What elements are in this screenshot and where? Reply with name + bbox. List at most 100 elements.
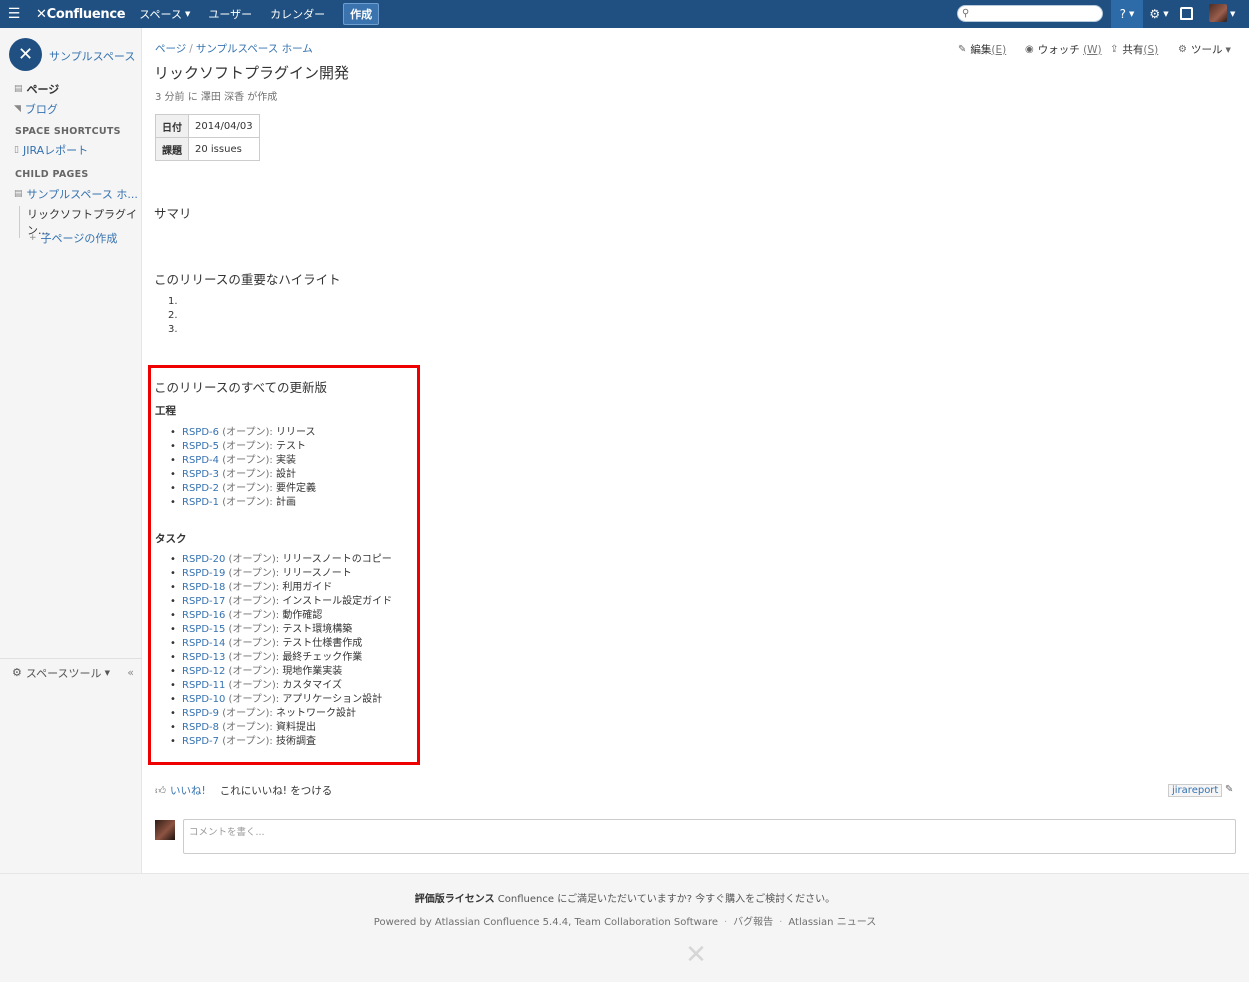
nav-spaces[interactable]: スペース ▼ xyxy=(139,6,190,22)
list-item: RSPD-3 (オープン): 設計 xyxy=(170,468,316,482)
breadcrumb-pages[interactable]: ページ xyxy=(155,43,186,55)
issue-key-link[interactable]: RSPD-14 xyxy=(182,638,225,649)
collapse-sidebar-button[interactable]: « xyxy=(127,666,134,679)
issue-key-link[interactable]: RSPD-19 xyxy=(182,568,225,579)
nav-people[interactable]: ユーザー xyxy=(208,6,252,22)
search-input[interactable]: ⚲ xyxy=(957,5,1103,22)
list-item: RSPD-9 (オープン): ネットワーク設計 xyxy=(170,707,392,721)
space-tools-menu[interactable]: ⚙ スペースツール ▼ « xyxy=(0,658,142,686)
child-pages-heading: CHILD PAGES xyxy=(15,169,89,180)
issue-key-link[interactable]: RSPD-9 xyxy=(182,708,219,719)
table-cell: 2014/04/03 xyxy=(188,114,260,138)
top-navigation-bar: ☰ ✕Confluence スペース ▼ ユーザー カレンダー 作成 ⚲ ? ▼ ⚙… xyxy=(0,0,1249,28)
comment-input[interactable]: コメントを書く... xyxy=(183,819,1236,854)
issue-key-link[interactable]: RSPD-16 xyxy=(182,610,225,621)
issue-key-link[interactable]: RSPD-8 xyxy=(182,722,219,733)
issue-key-link[interactable]: RSPD-15 xyxy=(182,624,225,635)
issue-key-link[interactable]: RSPD-7 xyxy=(182,736,219,747)
sidebar-item-pages[interactable]: ▤ ページ xyxy=(14,81,59,97)
sidebar-item-jira-report[interactable]: ▯ JIRAレポート xyxy=(14,142,88,158)
pencil-icon: ✎ xyxy=(958,44,967,55)
sidebar-item-parent-page[interactable]: ▤ サンプルスペース ホ... xyxy=(14,186,138,202)
share-button[interactable]: ⇪ 共有 (S) xyxy=(1110,42,1158,57)
like-button[interactable]: いいね! xyxy=(170,783,206,798)
list-item: RSPD-4 (オープン): 実装 xyxy=(170,454,316,468)
issue-key-link[interactable]: RSPD-17 xyxy=(182,596,225,607)
tools-menu-button[interactable]: ⚙ ツール ▼ xyxy=(1178,42,1231,57)
label-tag[interactable]: jirareport xyxy=(1168,784,1223,797)
issue-key-link[interactable]: RSPD-1 xyxy=(182,497,219,508)
list-item: 1. xyxy=(168,296,178,307)
list-item: RSPD-12 (オープン): 現地作業実装 xyxy=(170,665,392,679)
powered-by-link[interactable]: Powered by Atlassian Confluence 5.4.4, T… xyxy=(374,917,718,928)
highlights-heading: このリリースの重要なハイライト xyxy=(154,272,341,287)
chevron-down-icon: ▼ xyxy=(104,668,110,677)
app-switcher-icon[interactable]: ☰ xyxy=(0,0,28,28)
issue-key-link[interactable]: RSPD-2 xyxy=(182,483,219,494)
page-properties-table: 日付 2014/04/03 課題 20 issues xyxy=(155,114,260,161)
report-bug-link[interactable]: バグ報告 xyxy=(733,917,773,928)
rss-icon: ◥ xyxy=(14,104,21,114)
chevron-down-icon: ▼ xyxy=(1225,45,1231,54)
chevron-down-icon: ▼ xyxy=(1230,10,1236,18)
list-item: RSPD-18 (オープン): 利用ガイド xyxy=(170,581,392,595)
breadcrumb: ページ / サンプルスペース ホーム xyxy=(155,43,313,55)
create-button[interactable]: 作成 xyxy=(343,3,380,25)
list-item: RSPD-1 (オープン): 計画 xyxy=(170,496,316,510)
chevron-down-icon: ▼ xyxy=(1163,10,1169,18)
powered-by: Powered by Atlassian Confluence 5.4.4, T… xyxy=(373,917,877,928)
issue-key-link[interactable]: RSPD-4 xyxy=(182,455,219,466)
issue-key-link[interactable]: RSPD-3 xyxy=(182,469,219,480)
atlassian-logo: ✕ xyxy=(685,940,707,970)
commenter-avatar xyxy=(155,820,175,840)
issue-key-link[interactable]: RSPD-11 xyxy=(182,680,225,691)
edit-labels-icon[interactable]: ✎ xyxy=(1225,784,1233,795)
list-item: RSPD-7 (オープン): 技術調査 xyxy=(170,735,392,749)
list-item: RSPD-20 (オープン): リリースノートのコピー xyxy=(170,553,392,567)
sidebar-item-blog[interactable]: ◥ ブログ xyxy=(14,101,58,117)
atlassian-news-link[interactable]: Atlassian ニュース xyxy=(788,917,876,928)
list-item: RSPD-2 (オープン): 要件定義 xyxy=(170,482,316,496)
space-logo-icon[interactable]: ✕ xyxy=(9,38,42,71)
breadcrumb-space-home[interactable]: サンプルスペース ホーム xyxy=(196,43,313,55)
list-item: RSPD-14 (オープン): テスト仕様書作成 xyxy=(170,637,392,651)
chevron-down-icon: ▼ xyxy=(1128,10,1135,18)
pages-icon: ▤ xyxy=(14,84,23,94)
list-item: RSPD-13 (オープン): 最終チェック作業 xyxy=(170,651,392,665)
issue-key-link[interactable]: RSPD-20 xyxy=(182,554,225,565)
issue-key-link[interactable]: RSPD-6 xyxy=(182,427,219,438)
footer: 評価版ライセンス Confluence にご満足いただいていますか? 今すぐ購入… xyxy=(0,873,1249,982)
issue-key-link[interactable]: RSPD-12 xyxy=(182,666,225,677)
plus-icon: + xyxy=(29,233,37,243)
issue-key-link[interactable]: RSPD-5 xyxy=(182,441,219,452)
highlights-list: 1. 2. 3. xyxy=(168,295,178,337)
help-menu-button[interactable]: ? ▼ xyxy=(1111,0,1143,28)
page-title: リックソフトプラグイン開発 xyxy=(154,64,350,82)
gear-icon: ⚙ xyxy=(1178,44,1187,55)
table-header-cell: 日付 xyxy=(155,114,189,138)
table-header-cell: 課題 xyxy=(155,137,189,161)
thumbs-up-icon: 👍︎ xyxy=(155,785,166,797)
edit-button[interactable]: ✎ 編集 (E) xyxy=(958,42,1006,57)
list-item: RSPD-16 (オープン): 動作確認 xyxy=(170,609,392,623)
issue-key-link[interactable]: RSPD-13 xyxy=(182,652,225,663)
table-cell: 20 issues xyxy=(188,137,260,161)
confluence-logo[interactable]: ✕Confluence xyxy=(36,7,126,22)
like-prompt: これにいいね! をつける xyxy=(219,785,333,797)
list-item: RSPD-19 (オープン): リリースノート xyxy=(170,567,392,581)
issue-key-link[interactable]: RSPD-10 xyxy=(182,694,225,705)
space-name-link[interactable]: サンプルスペース xyxy=(49,48,135,64)
list-item: RSPD-5 (オープン): テスト xyxy=(170,440,316,454)
user-avatar[interactable] xyxy=(1209,4,1227,22)
add-child-page-link[interactable]: + 子ページの作成 xyxy=(29,230,117,246)
section-task-heading: タスク xyxy=(155,533,187,545)
section-process-heading: 工程 xyxy=(155,405,176,417)
watch-button[interactable]: ◉ ウォッチ (W) xyxy=(1025,42,1102,57)
help-icon: ? xyxy=(1119,7,1126,21)
nav-calendar[interactable]: カレンダー xyxy=(270,6,325,22)
issue-key-link[interactable]: RSPD-18 xyxy=(182,582,225,593)
notifications-icon[interactable] xyxy=(1180,7,1193,20)
admin-menu-button[interactable]: ⚙ ▼ xyxy=(1148,0,1170,28)
gear-icon: ⚙ xyxy=(1149,7,1161,21)
list-item: 3. xyxy=(168,324,178,335)
